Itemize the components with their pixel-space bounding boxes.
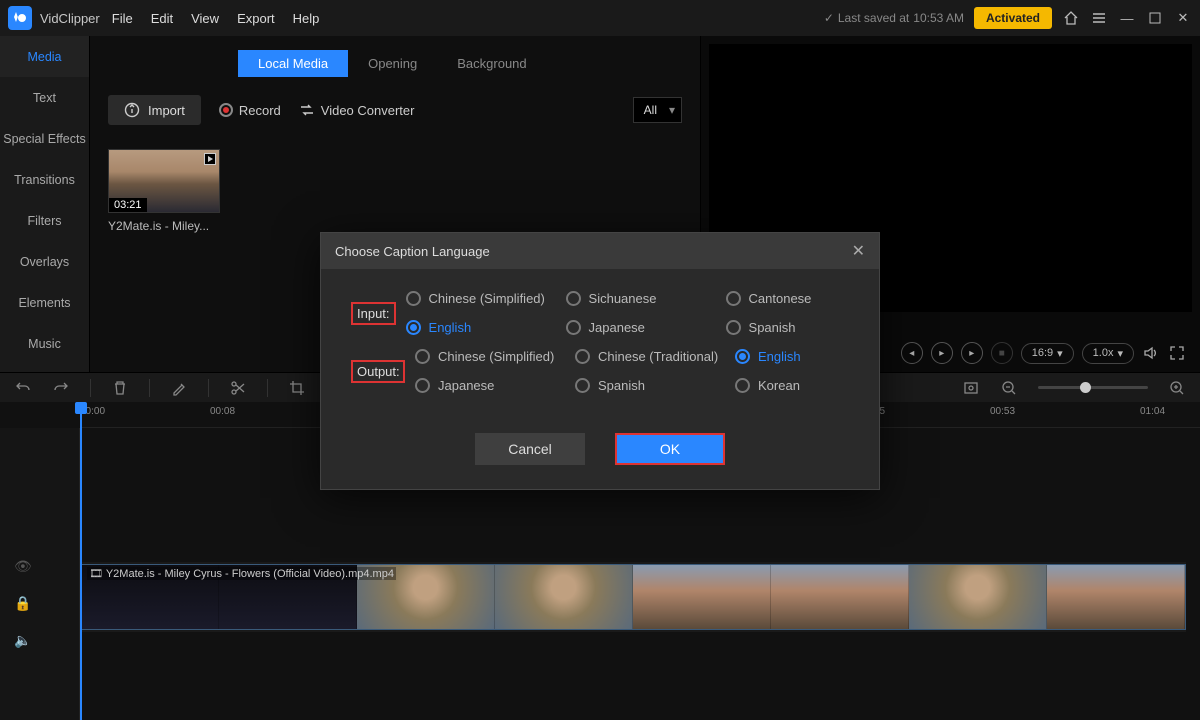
radio-input-chinese-simplified[interactable]: Chinese (Simplified)	[406, 291, 566, 306]
menu-edit[interactable]: Edit	[151, 11, 173, 26]
record-icon	[219, 103, 233, 117]
sidebar-item-music[interactable]: Music	[0, 323, 89, 364]
menu-help[interactable]: Help	[293, 11, 320, 26]
titlebar: VidClipper File Edit View Export Help ✓ …	[0, 0, 1200, 36]
media-filter-select[interactable]: All	[633, 97, 682, 123]
fullscreen-icon[interactable]	[1168, 344, 1186, 362]
radio-input-spanish[interactable]: Spanish	[726, 320, 866, 335]
output-label: Output:	[351, 360, 405, 383]
marker-button[interactable]	[962, 379, 980, 397]
media-clip[interactable]: 03:21 Y2Mate.is - Miley...	[108, 149, 220, 233]
converter-icon	[299, 102, 315, 118]
video-converter-button[interactable]: Video Converter	[299, 102, 415, 118]
tick: 00:08	[210, 406, 235, 417]
sidebar-item-elements[interactable]: Elements	[0, 282, 89, 323]
tick: 01:04	[1140, 406, 1165, 417]
tab-local-media[interactable]: Local Media	[238, 50, 348, 77]
import-button[interactable]: Import	[108, 95, 201, 125]
output-language-options: Chinese (Simplified) Chinese (Traditiona…	[415, 349, 875, 393]
activated-badge[interactable]: Activated	[974, 7, 1052, 29]
ok-button[interactable]: OK	[615, 433, 725, 465]
tab-background[interactable]: Background	[437, 50, 546, 77]
radio-output-korean[interactable]: Korean	[735, 378, 875, 393]
dialog-header[interactable]: Choose Caption Language ✕	[321, 233, 879, 269]
clip-label: 🎞 Y2Mate.is - Miley Cyrus - Flowers (Off…	[87, 567, 396, 580]
dialog-close-button[interactable]: ✕	[852, 241, 865, 261]
radio-input-sichuanese[interactable]: Sichuanese	[566, 291, 726, 306]
sidebar: Media Text Special Effects Transitions F…	[0, 36, 90, 372]
sidebar-item-text[interactable]: Text	[0, 77, 89, 118]
video-clip[interactable]: 🎞 Y2Mate.is - Miley Cyrus - Flowers (Off…	[80, 564, 1186, 630]
aspect-ratio-select[interactable]: 16:9▾	[1021, 343, 1074, 364]
chevron-down-icon: ▾	[1117, 347, 1123, 360]
input-label: Input:	[351, 302, 396, 325]
lock-icon[interactable]: 🔒	[0, 585, 79, 622]
app-logo	[8, 6, 32, 30]
menu-export[interactable]: Export	[237, 11, 275, 26]
delete-button[interactable]	[111, 379, 129, 397]
visibility-icon[interactable]: 👁	[0, 548, 79, 585]
tab-opening[interactable]: Opening	[348, 50, 437, 77]
record-button[interactable]: Record	[219, 103, 281, 118]
clip-duration: 03:21	[109, 198, 147, 212]
app-name: VidClipper	[40, 11, 100, 26]
sidebar-item-media[interactable]: Media	[0, 36, 89, 77]
window-close-icon[interactable]: ✕	[1174, 9, 1192, 27]
radio-output-japanese[interactable]: Japanese	[415, 378, 575, 393]
menu-view[interactable]: View	[191, 11, 219, 26]
radio-output-chinese-simplified[interactable]: Chinese (Simplified)	[415, 349, 575, 364]
edit-button[interactable]	[170, 379, 188, 397]
redo-button[interactable]	[52, 379, 70, 397]
video-track[interactable]: 🎞 Y2Mate.is - Miley Cyrus - Flowers (Off…	[80, 562, 1186, 632]
playhead[interactable]	[80, 402, 82, 720]
sidebar-item-filters[interactable]: Filters	[0, 200, 89, 241]
window-minimize-icon[interactable]: —	[1118, 9, 1136, 27]
radio-output-english[interactable]: English	[735, 349, 875, 364]
film-icon: 🎞	[89, 568, 103, 580]
zoom-slider[interactable]	[1038, 386, 1148, 389]
playback-speed-select[interactable]: 1.0x▾	[1082, 343, 1134, 364]
sidebar-item-overlays[interactable]: Overlays	[0, 241, 89, 282]
track-gutter: 👁 🔒 🔈	[0, 428, 80, 720]
dialog-title: Choose Caption Language	[335, 244, 490, 259]
zoom-in-button[interactable]	[1168, 379, 1186, 397]
play-icon	[204, 153, 216, 165]
crop-button[interactable]	[288, 379, 306, 397]
main-menu: File Edit View Export Help	[112, 11, 320, 26]
radio-input-japanese[interactable]: Japanese	[566, 320, 726, 335]
split-button[interactable]	[229, 379, 247, 397]
caption-language-dialog: Choose Caption Language ✕ Input: Chinese…	[320, 232, 880, 490]
volume-icon[interactable]	[1142, 344, 1160, 362]
next-frame-button[interactable]: ▸	[961, 342, 983, 364]
home-icon[interactable]	[1062, 9, 1080, 27]
sidebar-item-special-effects[interactable]: Special Effects	[0, 118, 89, 159]
tick: 00:53	[990, 406, 1015, 417]
undo-button[interactable]	[14, 379, 32, 397]
cancel-button[interactable]: Cancel	[475, 433, 585, 465]
prev-frame-button[interactable]: ◂	[901, 342, 923, 364]
check-icon: ✓	[824, 11, 834, 25]
last-saved-status: ✓ Last saved at 10:53 AM	[824, 11, 964, 25]
clip-name: Y2Mate.is - Miley...	[108, 219, 220, 233]
radio-input-english[interactable]: English	[406, 320, 566, 335]
menu-file[interactable]: File	[112, 11, 133, 26]
hamburger-icon[interactable]	[1090, 9, 1108, 27]
import-icon	[124, 102, 140, 118]
window-maximize-icon[interactable]	[1146, 9, 1164, 27]
clip-thumbnail: 03:21	[108, 149, 220, 213]
zoom-out-button[interactable]	[1000, 379, 1018, 397]
radio-input-cantonese[interactable]: Cantonese	[726, 291, 866, 306]
play-button[interactable]: ▸	[931, 342, 953, 364]
chevron-down-icon: ▾	[1057, 347, 1063, 360]
radio-output-spanish[interactable]: Spanish	[575, 378, 735, 393]
stop-button[interactable]: ■	[991, 342, 1013, 364]
mute-icon[interactable]: 🔈	[0, 622, 79, 659]
input-language-options: Chinese (Simplified) Sichuanese Cantones…	[406, 291, 866, 335]
radio-output-chinese-traditional[interactable]: Chinese (Traditional)	[575, 349, 735, 364]
sidebar-item-transitions[interactable]: Transitions	[0, 159, 89, 200]
